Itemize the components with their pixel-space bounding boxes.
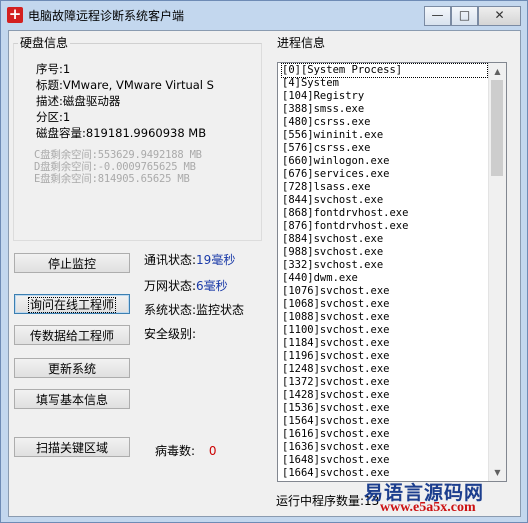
process-list-item[interactable]: [868]fontdrvhost.exe [282,207,487,220]
disk-description: 描述:磁盘驱动器 [36,94,121,108]
process-list-item[interactable]: [1184]svchost.exe [282,337,487,350]
process-list-item[interactable]: [988]svchost.exe [282,246,487,259]
disk-capacity: 磁盘容量:819181.9960938 MB [36,126,207,140]
process-list-item[interactable]: [4]System [282,77,487,90]
process-list-item[interactable]: [1648]svchost.exe [282,454,487,467]
process-list-item[interactable]: [556]wininit.exe [282,129,487,142]
close-button[interactable]: ✕ [478,6,521,26]
virus-count: 病毒数: 0 [155,442,217,459]
process-list[interactable]: [0][System Process] [4]System [104]Registr… [277,62,507,482]
disk-partition: 分区:1 [36,110,71,124]
process-list-item[interactable]: [576]csrss.exe [282,142,487,155]
process-list-item[interactable]: [1068]svchost.exe [282,298,487,311]
net-status: 万网状态:6毫秒 [144,277,228,294]
process-list-item[interactable]: [660]winlogon.exe [282,155,487,168]
disk-title: 标题:VMware, VMware Virtual S [36,78,214,92]
scan-key-area-button[interactable]: 扫描关键区域 [14,437,130,457]
title-bar[interactable]: + 电脑故障远程诊断系统客户端 — □ ✕ [1,1,527,30]
process-list-item[interactable]: [1076]svchost.exe [282,285,487,298]
system-status-value: 监控状态 [196,303,245,317]
process-list-items: [0][System Process] [4]System [104]Registr… [281,63,488,480]
app-plus-icon: + [7,5,23,23]
process-info-legend: 进程信息 [275,34,328,51]
process-list-item[interactable]: [1636]svchost.exe [282,441,487,454]
fill-info-label: 填写基本信息 [35,393,108,407]
comm-status: 通讯状态:19毫秒 [144,251,235,268]
scan-key-area-label: 扫描关键区域 [35,441,108,455]
client-area: 硬盘信息 序号:1 标题:VMware, VMware Virtual S 描述… [8,30,521,517]
process-list-scrollbar[interactable]: ▲ ▼ [488,63,506,481]
update-system-button[interactable]: 更新系统 [14,358,130,378]
process-list-item[interactable]: [1536]svchost.exe [282,402,487,415]
process-list-item[interactable]: [1564]svchost.exe [282,415,487,428]
scroll-up-icon[interactable]: ▲ [489,63,506,80]
process-list-item[interactable]: [1372]svchost.exe [282,376,487,389]
process-list-item[interactable]: [1088]svchost.exe [282,311,487,324]
drive-e-free: E盘剩余空间:814905.65625 MB [34,173,190,185]
virus-count-value: 0 [208,444,217,458]
system-status: 系统状态:监控状态 [144,301,244,318]
site-watermark: 易语言源码网 www.e5a5x.com [350,476,520,520]
window-title: 电脑故障远程诊断系统客户端 [28,9,185,23]
process-list-item[interactable]: [480]csrss.exe [282,116,487,129]
comm-status-label: 通讯状态: [144,253,197,267]
send-data-label: 传数据给工程师 [29,329,114,343]
process-list-item[interactable]: [1100]svchost.exe [282,324,487,337]
security-level-label: 安全级别: [144,327,197,341]
process-list-item[interactable]: [844]svchost.exe [282,194,487,207]
process-list-item[interactable]: [884]svchost.exe [282,233,487,246]
net-status-value: 6毫秒 [196,279,228,293]
stop-monitor-label: 停止监控 [47,257,96,271]
process-list-item[interactable]: [1428]svchost.exe [282,389,487,402]
process-list-item[interactable]: [332]svchost.exe [282,259,487,272]
process-list-item[interactable]: [728]lsass.exe [282,181,487,194]
disk-info-legend: 硬盘信息 [18,34,71,51]
ask-engineer-button[interactable]: 询问在线工程师 [14,294,130,314]
fill-info-button[interactable]: 填写基本信息 [14,389,130,409]
minimize-button[interactable]: — [424,6,451,26]
process-list-item[interactable]: [388]smss.exe [282,103,487,116]
process-list-item[interactable]: [1196]svchost.exe [282,350,487,363]
main-window: + 电脑故障远程诊断系统客户端 — □ ✕ 硬盘信息 序号:1 标题:VMwar… [0,0,528,523]
comm-status-value: 19毫秒 [196,253,236,267]
update-system-label: 更新系统 [47,362,96,376]
scroll-thumb[interactable] [491,80,503,176]
process-list-item[interactable]: [440]dwm.exe [282,272,487,285]
process-list-item[interactable]: [876]fontdrvhost.exe [282,220,487,233]
maximize-button[interactable]: □ [451,6,478,26]
net-status-label: 万网状态: [144,279,197,293]
system-status-label: 系统状态: [144,303,197,317]
send-data-button[interactable]: 传数据给工程师 [14,325,130,345]
ask-engineer-label: 询问在线工程师 [27,297,117,313]
stop-monitor-button[interactable]: 停止监控 [14,253,130,273]
disk-index: 序号:1 [36,62,71,76]
virus-count-label: 病毒数: [155,444,196,458]
process-list-item[interactable]: [0][System Process] [281,63,488,78]
process-list-item[interactable]: [104]Registry [282,90,487,103]
process-list-item[interactable]: [1248]svchost.exe [282,363,487,376]
process-list-item[interactable]: [1616]svchost.exe [282,428,487,441]
security-level: 安全级别: [144,325,196,342]
process-list-item[interactable]: [676]services.exe [282,168,487,181]
watermark-url: www.e5a5x.com [380,500,476,515]
